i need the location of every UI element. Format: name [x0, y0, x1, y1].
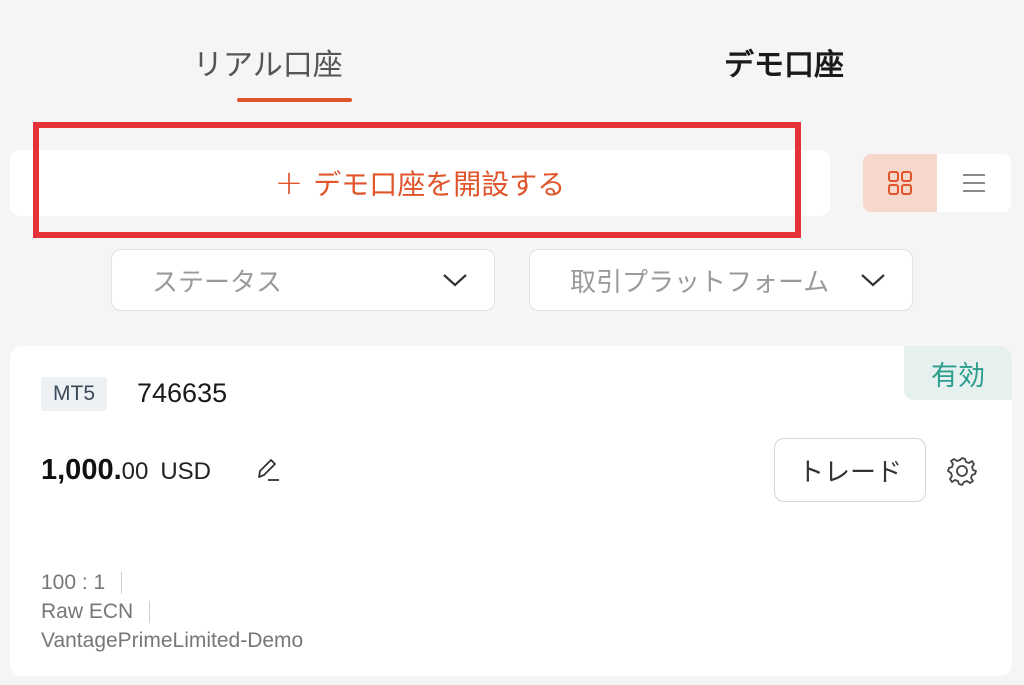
active-tab-indicator: [237, 98, 352, 102]
leverage-info: 100 : 1: [41, 571, 123, 595]
grid-view-button[interactable]: [863, 154, 937, 212]
chevron-down-icon: [861, 274, 885, 287]
divider: [149, 601, 151, 623]
status-badge: 有効: [904, 346, 1012, 400]
server-info: VantagePrimeLimited-Demo: [41, 629, 303, 653]
tab-demo-account[interactable]: デモ口座: [724, 40, 844, 84]
status-filter-label: ステータス: [152, 267, 283, 298]
chevron-down-icon: [443, 274, 467, 287]
server-value: VantagePrimeLimited-Demo: [41, 629, 304, 652]
platform-filter-label: 取引プラットフォーム: [570, 267, 830, 298]
open-demo-account-label: デモ口座を開設する: [313, 168, 566, 201]
gear-icon[interactable]: [946, 455, 978, 487]
accounts-page: リアル口座 デモ口座 + デモ口座を開設する ステータス 取引プラットフォーム …: [0, 0, 1024, 685]
platform-tag: MT5: [41, 377, 107, 411]
grid-icon: [888, 171, 912, 195]
account-type-value: Raw ECN: [41, 600, 134, 623]
open-demo-account-button[interactable]: + デモ口座を開設する: [40, 150, 800, 216]
edit-icon[interactable]: [254, 456, 280, 484]
balance-integer: 1,000.: [41, 454, 122, 486]
plus-icon: +: [274, 163, 304, 203]
trade-button[interactable]: トレード: [774, 438, 926, 502]
account-type-info: Raw ECN: [41, 600, 151, 624]
account-card: 有効 MT5 746635 1,000. 00 USD トレード 100 : 1…: [10, 346, 1012, 676]
platform-filter-dropdown[interactable]: 取引プラットフォーム: [529, 249, 913, 311]
divider: [121, 572, 123, 594]
status-filter-dropdown[interactable]: ステータス: [111, 249, 495, 311]
tab-real-account[interactable]: リアル口座: [193, 40, 343, 84]
balance-currency: USD: [160, 458, 212, 485]
account-balance: 1,000. 00 USD: [41, 454, 211, 487]
leverage-value: 100 : 1: [41, 571, 106, 594]
list-icon: [963, 174, 985, 192]
list-view-button[interactable]: [937, 154, 1011, 212]
view-toggle: [863, 154, 1011, 212]
balance-decimal: 00: [121, 458, 149, 485]
account-number: 746635: [137, 378, 228, 408]
